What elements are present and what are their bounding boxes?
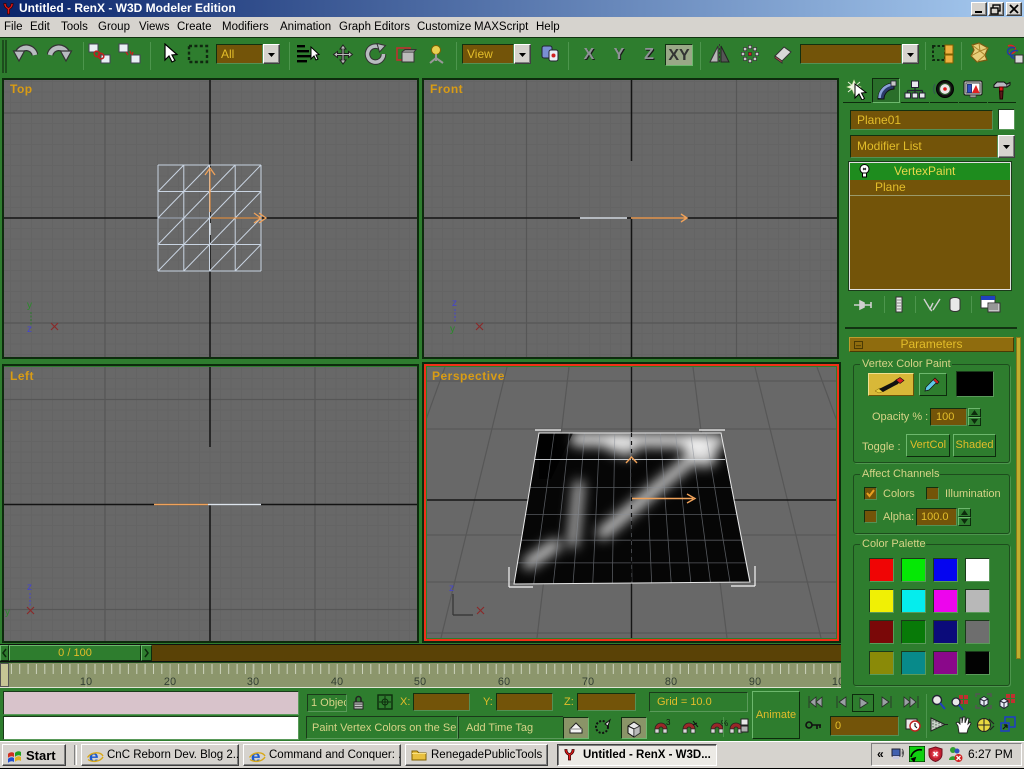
svg-text:60: 60 <box>498 676 510 688</box>
svg-text:e: e <box>251 748 260 765</box>
svg-text:10: 10 <box>80 676 92 688</box>
svg-text:90: 90 <box>749 676 761 688</box>
svg-text:50: 50 <box>414 676 426 688</box>
svg-text:70: 70 <box>582 676 594 688</box>
svg-text:10: 10 <box>832 676 841 688</box>
svg-text:80: 80 <box>665 676 677 688</box>
svg-text:30: 30 <box>247 676 259 688</box>
svg-text:20: 20 <box>164 676 176 688</box>
svg-text:e: e <box>89 748 98 765</box>
svg-text:40: 40 <box>331 676 343 688</box>
svg-text:3: 3 <box>666 718 671 727</box>
